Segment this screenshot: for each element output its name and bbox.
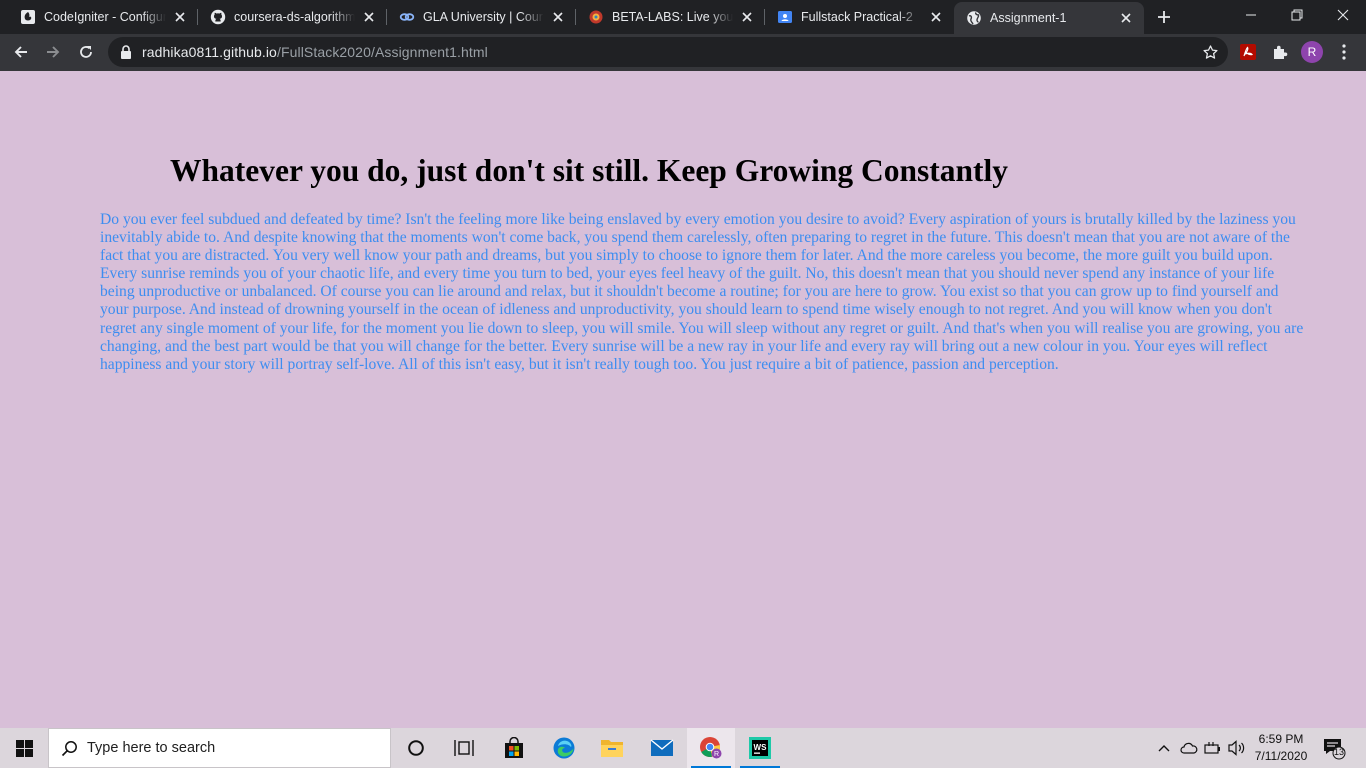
minimize-icon: [1246, 14, 1256, 16]
tab-title: BETA-LABS: Live your W: [612, 10, 733, 24]
url-host: radhika0811.github.io: [142, 44, 277, 60]
reload-icon: [80, 46, 92, 58]
browser-toolbar: radhika0811.github.io/FullStack2020/Assi…: [0, 34, 1366, 71]
taskbar-search-box[interactable]: Type here to search: [48, 728, 391, 768]
beta-labs-icon: [588, 9, 604, 25]
webstorm-icon: WS: [749, 737, 771, 759]
clock-date: 7/11/2020: [1254, 749, 1308, 763]
profile-avatar[interactable]: R: [1301, 41, 1323, 63]
edge-button[interactable]: [540, 728, 588, 768]
plus-icon: [1158, 11, 1170, 23]
tab-title: coursera-ds-algorithms: [234, 10, 355, 24]
reload-button[interactable]: [72, 38, 100, 66]
tab-title: GLA University | Course: [423, 10, 544, 24]
microsoft-store-button[interactable]: [490, 728, 538, 768]
bookmark-star-icon[interactable]: [1200, 42, 1220, 62]
clock-time: 6:59 PM: [1258, 732, 1304, 746]
tab-gla-university[interactable]: GLA University | Course: [387, 0, 576, 34]
start-button[interactable]: [0, 728, 48, 768]
arrow-left-icon: [14, 46, 27, 58]
browser-tab-strip: CodeIgniter - Configura coursera-ds-algo…: [0, 0, 1366, 34]
mail-icon: [650, 739, 674, 756]
new-tab-button[interactable]: [1153, 6, 1175, 28]
power-tray-button[interactable]: [1202, 728, 1224, 768]
edge-icon: [553, 737, 575, 759]
chevron-up-icon: [1158, 745, 1170, 752]
windows-logo-icon: [15, 739, 33, 757]
battery-plug-icon: [1204, 742, 1220, 754]
close-tab-icon[interactable]: [928, 9, 944, 25]
close-icon: [1337, 9, 1349, 21]
webstorm-taskbar-button[interactable]: WS: [736, 728, 784, 768]
task-view-button[interactable]: [440, 728, 488, 768]
page-heading: Whatever you do, just don't sit still. K…: [170, 153, 1009, 188]
close-window-button[interactable]: [1320, 0, 1366, 30]
page-paragraph: Do you ever feel subdued and defeated by…: [100, 211, 1304, 373]
tab-codeigniter[interactable]: CodeIgniter - Configura: [8, 0, 198, 34]
close-tab-icon[interactable]: [1118, 10, 1134, 26]
close-tab-icon[interactable]: [739, 9, 755, 25]
speaker-icon: [1228, 740, 1245, 756]
svg-text:WS: WS: [754, 743, 768, 752]
web-page-content: Whatever you do, just don't sit still. K…: [0, 71, 1366, 728]
show-hidden-icons-button[interactable]: [1154, 728, 1174, 768]
chrome-taskbar-button[interactable]: R: [687, 728, 735, 768]
puzzle-icon: [1274, 45, 1288, 59]
link-icon: [399, 9, 415, 25]
cloud-icon: [1180, 742, 1198, 754]
tab-beta-labs[interactable]: BETA-LABS: Live your W: [576, 0, 765, 34]
close-tab-icon[interactable]: [172, 9, 188, 25]
search-icon: [61, 740, 77, 756]
minimize-button[interactable]: [1228, 0, 1274, 30]
pdf-extension-button[interactable]: [1234, 38, 1262, 66]
forward-button[interactable]: [39, 38, 67, 66]
pdf-icon: [1240, 44, 1256, 60]
mail-button[interactable]: [638, 728, 686, 768]
chrome-icon: R: [700, 737, 722, 759]
action-center-button[interactable]: 13: [1322, 736, 1346, 760]
close-tab-icon[interactable]: [361, 9, 377, 25]
store-bag-icon: [505, 737, 523, 758]
svg-text:R: R: [714, 751, 719, 758]
google-classroom-icon: [777, 9, 793, 25]
cortana-button[interactable]: [392, 728, 440, 768]
lock-icon: [118, 44, 134, 60]
tab-title: CodeIgniter - Configura: [44, 10, 166, 24]
tab-assignment-1[interactable]: Assignment-1: [954, 2, 1144, 34]
folder-icon: [601, 740, 623, 757]
volume-tray-button[interactable]: [1226, 728, 1248, 768]
chrome-menu-button[interactable]: [1330, 38, 1358, 66]
onedrive-tray-button[interactable]: [1178, 728, 1200, 768]
address-bar[interactable]: radhika0811.github.io/FullStack2020/Assi…: [108, 37, 1228, 67]
search-placeholder: Type here to search: [87, 740, 216, 756]
taskbar-clock[interactable]: 6:59 PM 7/11/2020: [1248, 731, 1314, 765]
url-text: radhika0811.github.io/FullStack2020/Assi…: [142, 44, 488, 60]
github-icon: [210, 9, 226, 25]
task-view-icon: [454, 740, 474, 756]
back-button[interactable]: [7, 38, 35, 66]
arrow-right-icon: [47, 46, 60, 58]
cortana-circle-icon: [408, 740, 424, 756]
restore-button[interactable]: [1274, 0, 1320, 30]
close-tab-icon[interactable]: [550, 9, 566, 25]
url-path: /FullStack2020/Assignment1.html: [276, 44, 488, 60]
tab-title: Assignment-1: [990, 11, 1067, 25]
tab-coursera-ds-algorithms[interactable]: coursera-ds-algorithms: [198, 0, 387, 34]
tab-fullstack-practical-2[interactable]: Fullstack Practical-2: [765, 0, 954, 34]
globe-icon: [966, 10, 982, 26]
windows-taskbar: Type here to search R WS 6:59 PM 7/11/20…: [0, 728, 1366, 768]
tab-title: Fullstack Practical-2: [801, 10, 913, 24]
notification-count: 13: [1333, 747, 1344, 757]
restore-icon: [1291, 9, 1303, 21]
file-explorer-button[interactable]: [588, 728, 636, 768]
more-vertical-icon: [1342, 44, 1346, 60]
codeigniter-icon: [20, 9, 36, 25]
extensions-button[interactable]: [1266, 38, 1294, 66]
